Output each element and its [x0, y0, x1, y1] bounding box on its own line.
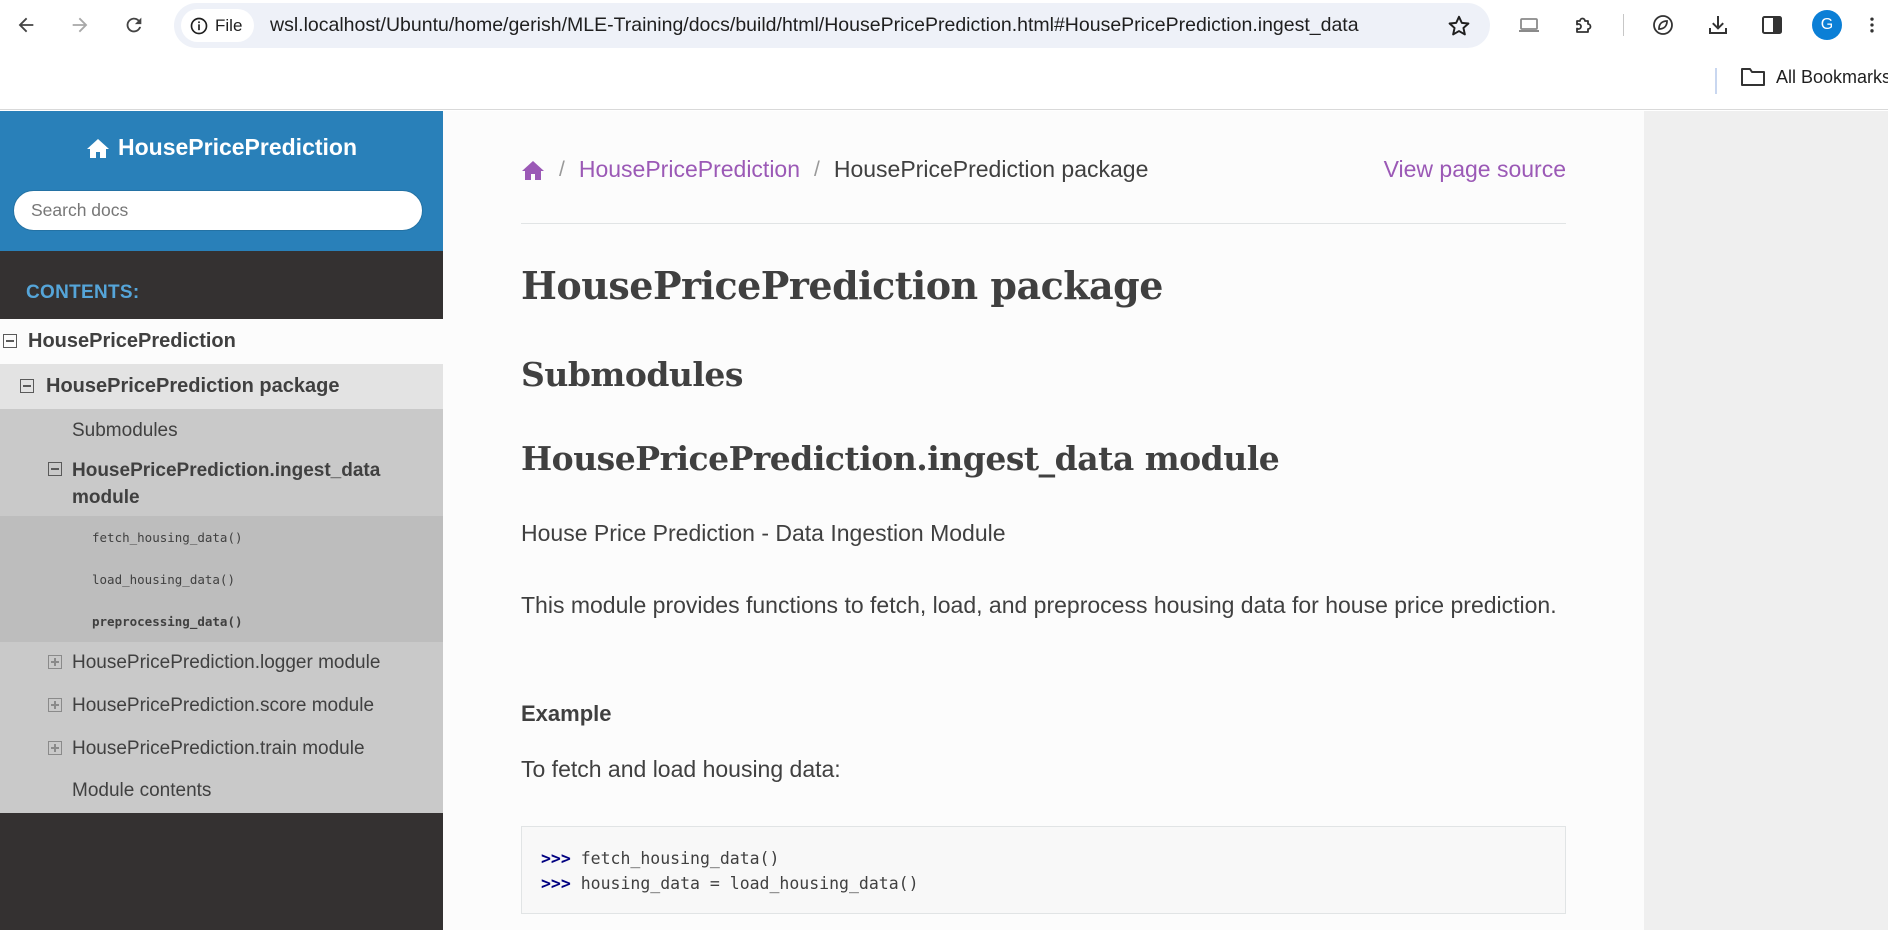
project-title: HousePricePrediction	[117, 134, 358, 160]
home-icon	[86, 138, 109, 158]
home-icon[interactable]	[521, 159, 545, 181]
side-panel-button[interactable]	[1758, 11, 1786, 39]
project-home-link[interactable]: HousePricePrediction	[0, 134, 443, 161]
module-heading: HousePricePrediction.ingest_data module	[521, 439, 1280, 478]
toc-item-submodules[interactable]: Submodules	[0, 409, 443, 452]
toc-package-children: Submodules HousePricePrediction.ingest_d…	[0, 409, 443, 813]
expand-icon[interactable]	[48, 655, 62, 669]
code-text: housing_data = load_housing_data()	[580, 874, 919, 893]
toc-item-train[interactable]: HousePricePrediction.train module	[0, 728, 443, 771]
toc-tree: HousePricePrediction HousePricePredictio…	[0, 319, 443, 813]
bookmark-star-icon[interactable]	[1446, 13, 1472, 39]
toc-item-preprocessing-data[interactable]: preprocessing_data()	[0, 600, 443, 642]
module-intro: House Price Prediction - Data Ingestion …	[521, 520, 1006, 546]
toc-logger-label: HousePricePrediction.logger module	[72, 652, 381, 673]
reload-icon	[126, 17, 142, 33]
forward-button[interactable]	[63, 9, 97, 41]
menu-button[interactable]	[1862, 11, 1882, 39]
toc-ingest-label: HousePricePrediction.ingest_data module	[72, 457, 380, 511]
download-icon	[1709, 16, 1727, 34]
expand-icon[interactable]	[48, 741, 62, 755]
laptop-icon	[1519, 18, 1539, 32]
page-title: HousePricePrediction package	[521, 263, 1163, 308]
toc-function-label: load_housing_data()	[92, 572, 235, 587]
more-vertical-icon	[1870, 17, 1874, 33]
info-icon	[190, 17, 208, 34]
toc-ingest-label-line1: HousePricePrediction.ingest_data	[72, 460, 381, 481]
toc-item-ingest-data[interactable]: HousePricePrediction.ingest_data module	[0, 452, 443, 516]
breadcrumb-link[interactable]: HousePricePrediction	[579, 156, 800, 183]
toc-function-label: fetch_housing_data()	[92, 530, 243, 545]
leaf-gauge-icon	[1653, 15, 1673, 35]
site-info-chip[interactable]: File	[181, 9, 255, 42]
toc-submodules-label: Submodules	[72, 420, 178, 441]
toc-item-module-contents[interactable]: Module contents	[0, 771, 443, 813]
sidebar-header: HousePricePrediction Search docs	[0, 111, 443, 251]
performance-button[interactable]	[1649, 11, 1677, 39]
example-text: To fetch and load housing data:	[521, 756, 841, 782]
example-heading: Example	[521, 701, 612, 726]
downloads-button[interactable]	[1704, 11, 1732, 39]
page-viewport: HousePricePrediction Search docs CONTENT…	[0, 111, 1888, 930]
toc-module-contents-label: Module contents	[72, 780, 212, 801]
extensions-button[interactable]	[1570, 11, 1598, 39]
forward-arrow-icon	[72, 17, 88, 33]
breadcrumb-separator: /	[814, 157, 820, 181]
cast-button[interactable]	[1515, 11, 1543, 39]
toc-item-root[interactable]: HousePricePrediction	[0, 319, 443, 364]
reload-button[interactable]	[117, 9, 151, 41]
site-info-label: File	[215, 15, 243, 35]
code-line: >>> housing_data = load_housing_data()	[541, 871, 1546, 896]
puzzle-icon	[1576, 17, 1592, 33]
bookmarks-separator	[1715, 68, 1717, 94]
toolbar-divider	[1623, 14, 1624, 36]
toc-package-label: HousePricePrediction package	[46, 375, 340, 397]
toc-item-package[interactable]: HousePricePrediction package	[0, 364, 443, 409]
collapse-icon[interactable]	[20, 379, 34, 393]
toc-item-fetch-housing-data[interactable]: fetch_housing_data()	[0, 516, 443, 558]
toc-root-label: HousePricePrediction	[28, 330, 236, 352]
bookmarks-bar: All Bookmarks	[0, 50, 1888, 110]
address-bar[interactable]: File wsl.localhost/Ubuntu/home/gerish/ML…	[174, 3, 1490, 48]
toc-train-label: HousePricePrediction.train module	[72, 738, 365, 759]
toc-ingest-label-line2: module	[72, 487, 140, 508]
code-prompt: >>>	[541, 849, 571, 868]
docs-sidebar: HousePricePrediction Search docs CONTENT…	[0, 111, 443, 930]
collapse-icon[interactable]	[48, 462, 62, 476]
breadcrumb-current: HousePricePrediction package	[833, 156, 1149, 182]
submodules-heading: Submodules	[521, 355, 744, 394]
toc-caption: CONTENTS:	[26, 282, 140, 303]
view-page-source-link[interactable]: View page source	[1384, 156, 1566, 183]
main-content: / HousePricePrediction / HousePricePredi…	[443, 111, 1644, 930]
folder-icon	[1741, 68, 1765, 86]
back-button[interactable]	[9, 9, 43, 41]
collapse-icon[interactable]	[3, 334, 17, 348]
toc-function-label: preprocessing_data()	[92, 614, 243, 629]
back-arrow-icon	[18, 17, 34, 33]
header-divider	[521, 223, 1566, 224]
all-bookmarks-button[interactable]: All Bookmarks	[1740, 66, 1888, 88]
url-text[interactable]: wsl.localhost/Ubuntu/home/gerish/MLE-Tra…	[270, 14, 1430, 37]
toc-score-label: HousePricePrediction.score module	[72, 695, 375, 716]
search-docs-input[interactable]: Search docs	[13, 190, 423, 231]
module-description: This module provides functions to fetch,…	[521, 592, 1557, 618]
code-prompt: >>>	[541, 874, 571, 893]
expand-icon[interactable]	[48, 698, 62, 712]
toc-item-score[interactable]: HousePricePrediction.score module	[0, 685, 443, 728]
breadcrumb: / HousePricePrediction / HousePricePredi…	[521, 156, 1148, 183]
code-line: >>> fetch_housing_data()	[541, 846, 1546, 871]
breadcrumb-separator: /	[559, 157, 565, 181]
side-panel-icon	[1762, 16, 1782, 34]
toc-item-load-housing-data[interactable]: load_housing_data()	[0, 558, 443, 600]
code-example[interactable]: >>> fetch_housing_data() >>> housing_dat…	[521, 826, 1566, 914]
browser-toolbar: File wsl.localhost/Ubuntu/home/gerish/ML…	[0, 0, 1888, 50]
code-text: fetch_housing_data()	[580, 849, 780, 868]
all-bookmarks-label: All Bookmarks	[1776, 66, 1888, 87]
toc-item-logger[interactable]: HousePricePrediction.logger module	[0, 642, 443, 685]
profile-avatar[interactable]: G	[1812, 10, 1842, 40]
